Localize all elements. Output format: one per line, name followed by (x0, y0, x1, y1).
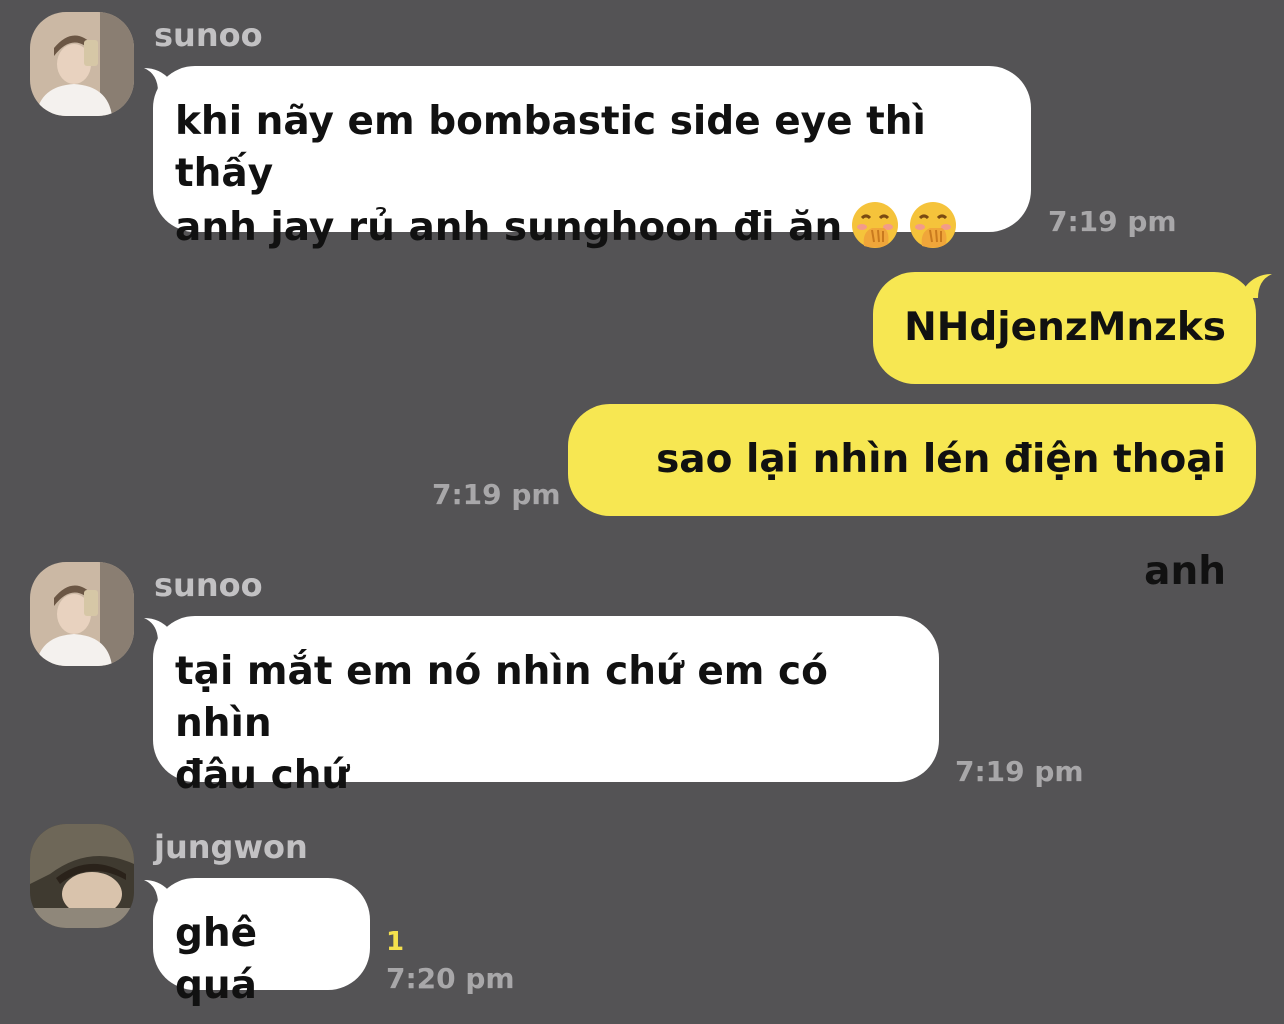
message-text: NHdjenzMnzks (904, 305, 1226, 350)
hand-over-mouth-emoji (852, 202, 899, 248)
message-bubble-outgoing[interactable]: NHdjenzMnzks (873, 272, 1256, 384)
message-line: ghê quá (175, 911, 258, 1008)
sunoo-avatar[interactable] (30, 562, 134, 666)
message-timestamp: 7:19 pm (1048, 205, 1177, 238)
message-bubble[interactable]: khi nãy em bombastic side eye thì thấy a… (153, 66, 1031, 250)
message-line: tại mắt em nó nhìn chứ em có nhìn (175, 649, 828, 746)
sunoo-avatar[interactable] (30, 12, 134, 116)
jungwon-avatar[interactable] (30, 824, 134, 928)
message-bubble-outgoing[interactable]: sao lại nhìn lén điện thoại anh (568, 404, 1256, 594)
chat-screen: sunoo khi nãy em bombastic side eye thì … (0, 0, 1284, 1024)
message-line-with-emoji: anh jay rủ anh sunghoon đi ăn (175, 200, 1009, 254)
message-bubble[interactable]: tại mắt em nó nhìn chứ em có nhìn đâu ch… (153, 616, 939, 798)
message-bubble[interactable]: ghê quá (153, 878, 370, 1008)
hand-over-mouth-emoji (910, 202, 957, 248)
message-line: khi nãy em bombastic side eye thì thấy (175, 99, 926, 196)
message-line: anh jay rủ anh sunghoon đi ăn (175, 205, 843, 250)
message-timestamp: 7:19 pm (432, 478, 561, 511)
sender-name: sunoo (154, 566, 263, 604)
message-line: đâu chứ (175, 753, 350, 798)
message-text: sao lại nhìn lén điện thoại anh (656, 437, 1226, 594)
message-timestamp: 7:20 pm (386, 962, 515, 995)
message-timestamp: 7:19 pm (955, 755, 1084, 788)
sender-name: jungwon (154, 828, 308, 866)
sender-name: sunoo (154, 16, 263, 54)
unread-count: 1 (386, 927, 405, 957)
